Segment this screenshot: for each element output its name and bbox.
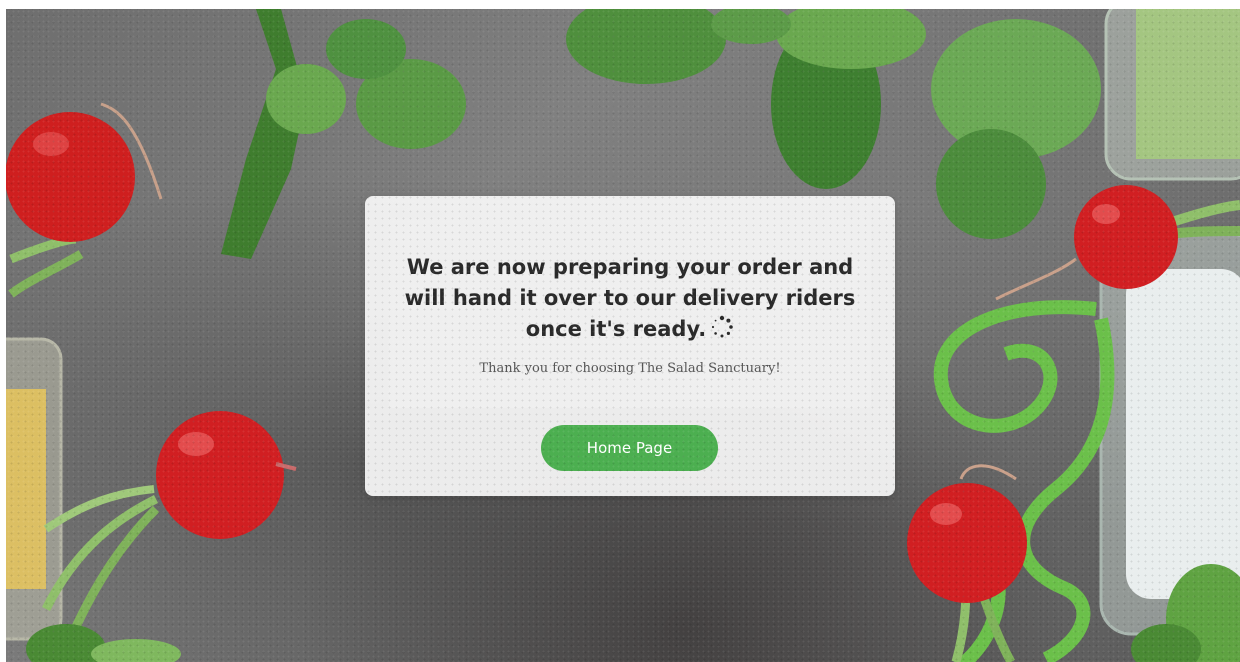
message-panel: We are now preparing your order and will…: [389, 218, 871, 408]
radish-bottom-right: [907, 464, 1027, 662]
spinner-icon: [712, 315, 734, 338]
leaves-bottom-left: [26, 624, 181, 662]
background-photo: We are now preparing your order and will…: [6, 9, 1240, 662]
container-top-right: [1104, 9, 1240, 181]
radish-bottom-left: [41, 411, 297, 651]
order-status-message: We are now preparing your order and will…: [389, 252, 871, 345]
home-page-button[interactable]: Home Page: [541, 425, 718, 471]
radish-top-left: [6, 102, 163, 298]
thank-you-message: Thank you for choosing The Salad Sanctua…: [479, 361, 781, 376]
order-confirmation-card: We are now preparing your order and will…: [365, 196, 895, 496]
order-status-text: We are now preparing your order and will…: [404, 255, 856, 341]
